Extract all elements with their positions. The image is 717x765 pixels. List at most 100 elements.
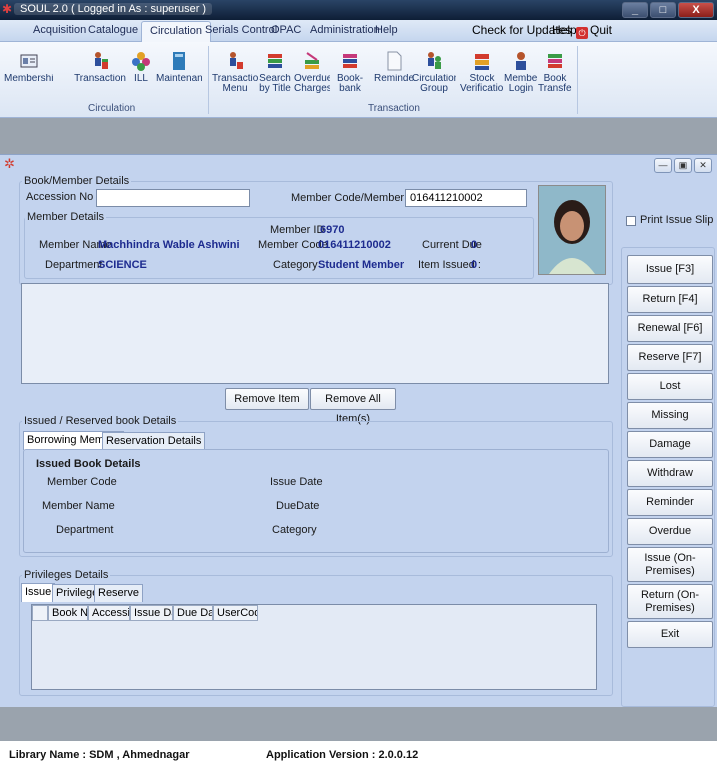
category-value: Student Member bbox=[318, 259, 405, 271]
book-transfer-button[interactable]: Book Transfer bbox=[538, 50, 572, 94]
member-code-value: 016411210002 bbox=[318, 239, 391, 251]
menu-opac[interactable]: OPAC bbox=[271, 24, 301, 36]
member-id-value: 6970 bbox=[320, 224, 345, 236]
print-issue-slip-checkbox[interactable] bbox=[626, 216, 636, 226]
lost-button[interactable]: Lost bbox=[627, 373, 713, 400]
privileges-legend: Privileges Details bbox=[22, 569, 111, 581]
remove-all-items-button[interactable]: Remove All Item(s) bbox=[310, 388, 396, 425]
transaction-menu-button[interactable]: Transaction Menu bbox=[212, 50, 258, 94]
search-by-title-button[interactable]: Search by Title bbox=[258, 50, 292, 94]
books-pencil-icon bbox=[305, 52, 319, 69]
menu-help[interactable]: Help bbox=[375, 24, 398, 36]
mdi-background-bottom bbox=[0, 707, 717, 741]
member-icon bbox=[516, 52, 526, 70]
return-on-premises-button[interactable]: Return (On-Premises) bbox=[627, 584, 713, 619]
books-search-icon bbox=[268, 54, 282, 68]
child-minimize-button[interactable]: — bbox=[654, 158, 672, 173]
issued-member-name-label: Member Name bbox=[42, 500, 115, 512]
ill-button[interactable]: ILL bbox=[128, 50, 154, 94]
grid-row-header bbox=[32, 605, 48, 621]
reserve-button[interactable]: Reserve [F7] bbox=[627, 344, 713, 371]
child-restore-button[interactable]: ▣ bbox=[674, 158, 692, 173]
col-user-code[interactable]: UserCode bbox=[213, 605, 258, 621]
person-books-icon bbox=[230, 52, 243, 69]
missing-button[interactable]: Missing bbox=[627, 402, 713, 429]
damage-button[interactable]: Damage bbox=[627, 431, 713, 458]
menu-serials-control[interactable]: Serials Control bbox=[205, 24, 277, 36]
accession-input[interactable] bbox=[96, 189, 250, 207]
renewal-button[interactable]: Renewal [F6] bbox=[627, 315, 713, 342]
tab-reserve[interactable]: Reserve bbox=[94, 584, 143, 602]
issued-category-label: Category bbox=[272, 524, 317, 536]
ribbon-group-transaction: Transaction bbox=[368, 103, 420, 114]
ribbon-group-separator bbox=[208, 46, 209, 114]
issue-on-premises-button[interactable]: Issue (On-Premises) bbox=[627, 547, 713, 582]
issued-book-details-heading: Issued Book Details bbox=[36, 458, 141, 470]
window-title: SOUL 2.0 ( Logged in As : superuser ) bbox=[14, 3, 213, 15]
remove-item-button[interactable]: Remove Item bbox=[225, 388, 309, 410]
group-icon bbox=[428, 52, 441, 69]
item-list[interactable] bbox=[21, 283, 609, 384]
return-button[interactable]: Return [F4] bbox=[627, 286, 713, 313]
member-photo-image bbox=[539, 186, 605, 274]
member-id-label: Member ID bbox=[270, 224, 325, 236]
member-code-label: Member Code/Member ID bbox=[291, 192, 419, 204]
menu-administration[interactable]: Administration bbox=[310, 24, 380, 36]
category-label: Category bbox=[273, 259, 318, 271]
maintenance-button[interactable]: Maintenance bbox=[156, 50, 202, 94]
power-icon: ⏻ bbox=[576, 27, 588, 39]
circulation-group-button[interactable]: Circulation Group bbox=[412, 50, 456, 94]
book-bank-issue-button[interactable]: Book-bank Issue bbox=[330, 50, 370, 94]
member-name-value: Machhindra Wable Ashwini bbox=[98, 239, 240, 251]
books-stack-icon bbox=[343, 54, 357, 68]
library-name-status: Library Name : SDM , Ahmednagar bbox=[9, 749, 190, 761]
menu-circulation[interactable]: Circulation bbox=[141, 21, 211, 43]
member-photo bbox=[538, 185, 606, 275]
menu-catalogue[interactable]: Catalogue bbox=[88, 24, 138, 36]
child-close-button[interactable]: ✕ bbox=[694, 158, 712, 173]
col-issue-date[interactable]: Issue Dat bbox=[130, 605, 173, 621]
window-title-bar[interactable]: ✱ SOUL 2.0 ( Logged in As : superuser ) … bbox=[0, 0, 717, 20]
membership-button[interactable]: Membership bbox=[4, 50, 54, 94]
col-book-name[interactable]: Book Na bbox=[48, 605, 88, 621]
tab-issue[interactable]: Issue bbox=[21, 583, 56, 602]
colorful-flower-icon bbox=[132, 52, 150, 71]
quit-label: Quit bbox=[590, 23, 613, 37]
child-title-bar[interactable]: ✲ — ▣ ✕ bbox=[0, 155, 717, 173]
issue-button[interactable]: Issue [F3] bbox=[627, 255, 713, 284]
tab-reservation-details[interactable]: Reservation Details bbox=[102, 432, 206, 450]
close-button[interactable]: X bbox=[678, 2, 714, 18]
exit-button[interactable]: Exit bbox=[627, 621, 713, 648]
member-login-button[interactable]: Member Login bbox=[504, 50, 538, 94]
minimize-button[interactable]: _ bbox=[622, 2, 648, 18]
issued-member-code-label: Member Code bbox=[47, 476, 117, 488]
overdue-button[interactable]: Overdue bbox=[627, 518, 713, 545]
print-issue-slip-label: Print Issue Slip bbox=[640, 214, 714, 226]
maximize-button[interactable]: □ bbox=[650, 2, 676, 18]
reminder-action-button[interactable]: Reminder bbox=[627, 489, 713, 516]
overdue-charges-button[interactable]: Overdue Charges bbox=[294, 50, 330, 94]
due-date-label: DueDate bbox=[276, 500, 320, 512]
member-details-legend: Member Details bbox=[25, 211, 107, 223]
circulation-form-window: ✲ — ▣ ✕ Book/Member Details Accession No… bbox=[0, 154, 717, 707]
help-link[interactable]: Help bbox=[552, 23, 577, 37]
quit-button[interactable]: ⏻ Quit bbox=[576, 23, 612, 39]
reminder-button[interactable]: Reminder bbox=[374, 50, 414, 94]
items-issued-value: 0 bbox=[471, 259, 478, 271]
department-label: Department bbox=[45, 259, 103, 271]
book-stack-icon bbox=[173, 52, 185, 70]
book-transfer-icon bbox=[548, 54, 562, 68]
col-accession[interactable]: Accessio bbox=[88, 605, 130, 621]
current-due-value: 0 bbox=[471, 239, 478, 251]
member-code-input[interactable] bbox=[405, 189, 527, 207]
menu-acquisition[interactable]: Acquisition bbox=[33, 24, 86, 36]
stock-books-icon bbox=[475, 54, 489, 70]
menu-bar: Acquisition Catalogue Circulation Serial… bbox=[0, 20, 717, 43]
app-logo-icon: ✱ bbox=[2, 2, 13, 16]
department-value: SCIENCE bbox=[98, 259, 147, 271]
col-due-date[interactable]: Due Date bbox=[173, 605, 213, 621]
transaction-button[interactable]: Transaction bbox=[74, 50, 126, 94]
withdraw-button[interactable]: Withdraw bbox=[627, 460, 713, 487]
stock-verification-button[interactable]: Stock Verification bbox=[460, 50, 504, 94]
document-icon bbox=[387, 51, 402, 71]
